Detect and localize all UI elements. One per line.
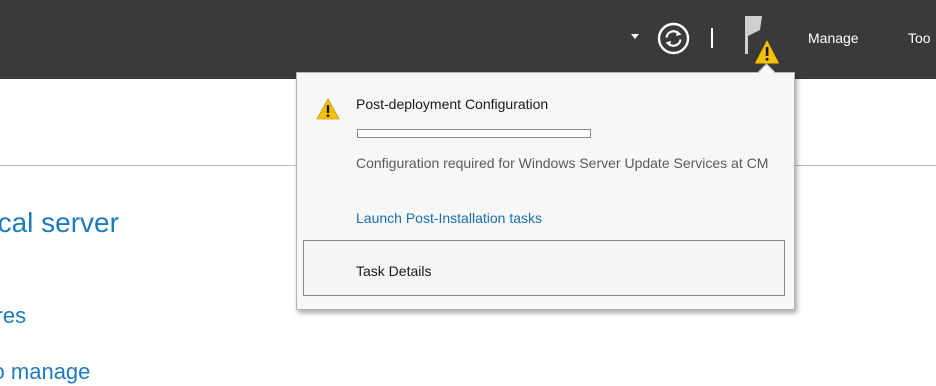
task-details-button[interactable]: Task Details xyxy=(303,240,785,296)
toolbar-separator xyxy=(711,28,713,48)
menu-tools[interactable]: Too xyxy=(908,28,931,48)
refresh-icon[interactable] xyxy=(657,22,690,55)
notification-popup: Post-deployment Configuration Configurat… xyxy=(296,63,795,310)
notification-message: Configuration required for Windows Serve… xyxy=(356,155,769,171)
menu-manage[interactable]: Manage xyxy=(808,28,859,48)
flag-warning-icon[interactable] xyxy=(738,16,790,68)
content-heading[interactable]: ocal server xyxy=(0,206,119,240)
warning-icon xyxy=(316,98,340,120)
launch-post-installation-link[interactable]: Launch Post-Installation tasks xyxy=(356,208,542,228)
content-link-features[interactable]: atures xyxy=(0,302,26,330)
task-details-label: Task Details xyxy=(356,263,432,279)
progress-bar xyxy=(357,129,591,138)
top-bar: Manage Too xyxy=(0,0,936,79)
chevron-down-icon[interactable] xyxy=(631,34,639,39)
notification-title: Post-deployment Configuration xyxy=(356,96,549,112)
content-link-servers[interactable]: rs to manage xyxy=(0,358,90,386)
